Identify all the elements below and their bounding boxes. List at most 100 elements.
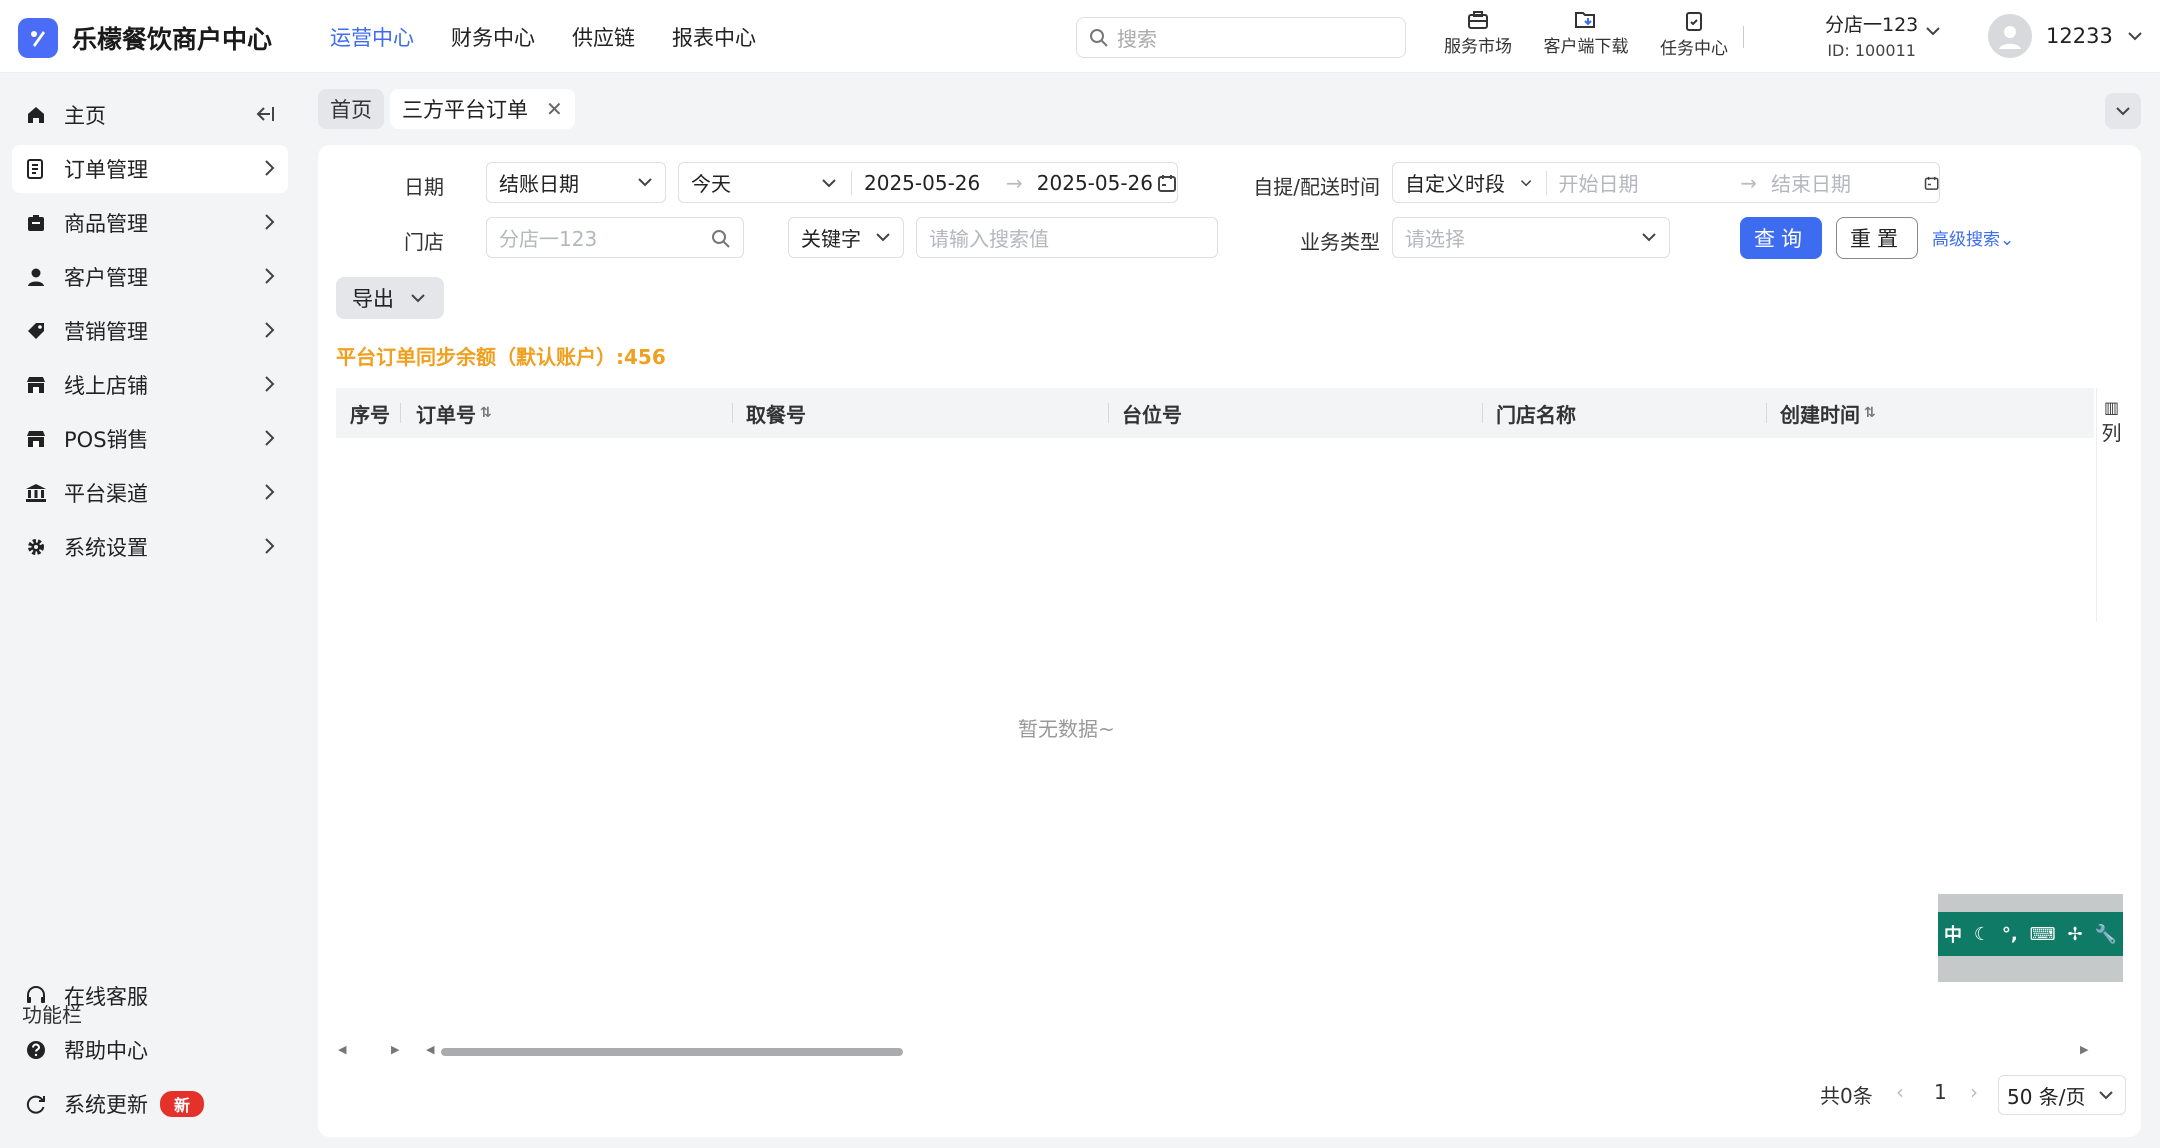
calendar-icon[interactable] [1924, 173, 1939, 193]
sparkle-icon[interactable]: ✢ [2068, 924, 2083, 945]
next-page-icon[interactable]: › [1970, 1080, 1978, 1104]
advanced-search-link[interactable]: 高级搜索⌄ [1932, 225, 2014, 250]
tag-icon [28, 323, 44, 339]
wrench-icon[interactable]: 🔧 [2095, 924, 2117, 945]
nav-report[interactable]: 报表中心 [672, 22, 756, 52]
sidebar-item-home[interactable]: 主页 [12, 91, 288, 139]
start-date[interactable]: 2025-05-26 [864, 171, 1006, 195]
search-input[interactable]: 搜索 [1076, 17, 1406, 58]
prev-page-icon[interactable]: ‹ [1896, 1080, 1904, 1104]
sidebar-item-settings[interactable]: 系统设置 [12, 523, 288, 571]
search-placeholder: 搜索 [1117, 27, 1157, 51]
nav-supply[interactable]: 供应链 [572, 22, 635, 52]
question-icon [27, 1041, 45, 1059]
double-chevron-down-icon: ⌄ [2000, 230, 2015, 250]
tab-menu-button[interactable] [2105, 93, 2141, 129]
chevron-down-icon [2116, 106, 2130, 115]
bank-icon [26, 484, 46, 502]
column-settings-button[interactable]: ▥ 列 [2096, 388, 2126, 622]
ime-mode-key[interactable]: 中 [1944, 921, 1962, 947]
brand-logo-icon[interactable] [18, 18, 58, 58]
order-list-icon [27, 159, 43, 179]
brand-name: 乐檬餐饮商户中心 [72, 25, 273, 54]
query-button[interactable]: 查询 [1740, 217, 1822, 259]
scroll-left-icon[interactable]: ◀ [338, 1043, 346, 1056]
pickup-type-select[interactable]: 自定义时段 [1405, 168, 1520, 197]
task-center-button[interactable]: 任务中心 [1640, 10, 1748, 59]
user-menu[interactable]: 12233 [1988, 14, 2143, 58]
main-panel: 日期 结账日期 今天 2025-05-26 → 2025-05-26 自提/配送… [318, 145, 2141, 1137]
client-download-button[interactable]: 客户端下载 [1532, 10, 1640, 59]
date-range-picker[interactable]: 今天 2025-05-26 → 2025-05-26 [678, 162, 1178, 203]
user-avatar-icon [1999, 26, 2021, 49]
chevron-down-icon [1520, 179, 1531, 186]
th-pickup-no: 取餐号 [746, 402, 806, 427]
scroll-left-icon[interactable]: ◀ [426, 1043, 434, 1056]
nav-operation[interactable]: 运营中心 [330, 22, 414, 52]
th-created-time[interactable]: 创建时间 ⇅ [1780, 399, 1876, 428]
sidebar-item-orders[interactable]: 订单管理 [12, 145, 288, 193]
storefront-icon [27, 431, 45, 447]
sidebar-item-online-store[interactable]: 线上店铺 [12, 361, 288, 409]
date-type-select[interactable]: 结账日期 [486, 162, 666, 203]
store-switcher[interactable]: 分店一123 ID: 100011 [1825, 10, 1940, 60]
new-badge: 新 [160, 1091, 205, 1117]
keyword-type-select[interactable]: 关键字 [788, 217, 904, 258]
system-update-link[interactable]: 系统更新 新 [12, 1080, 288, 1128]
sort-icon[interactable]: ⇅ [480, 405, 492, 421]
store-input[interactable]: 分店一123 [486, 217, 744, 258]
top-nav: 运营中心 财务中心 供应链 报表中心 [330, 22, 793, 52]
th-table-no: 台位号 [1122, 402, 1182, 427]
online-support-link[interactable]: 在线客服 [12, 972, 288, 1020]
empty-state: 暂无数据~ [1018, 717, 1115, 741]
pickup-end-date[interactable]: 结束日期 [1771, 168, 1924, 197]
chevron-right-icon [265, 322, 275, 338]
ime-toolbar[interactable]: 中 ☾ °, ⌨ ✢ 🔧 [1938, 894, 2123, 982]
date-label: 日期 [404, 175, 444, 199]
chevron-down-icon [2098, 1091, 2113, 1100]
service-market-button[interactable]: 服务市场 [1424, 10, 1532, 59]
chevron-down-icon [411, 294, 425, 303]
chevron-right-icon [265, 160, 275, 176]
date-range-select[interactable]: 今天 [691, 168, 821, 197]
sidebar-item-channels[interactable]: 平台渠道 [12, 469, 288, 517]
clipboard-check-icon [1686, 12, 1702, 31]
help-center-link[interactable]: 帮助中心 [12, 1026, 288, 1074]
chevron-down-icon [822, 178, 836, 187]
nav-finance[interactable]: 财务中心 [451, 22, 535, 52]
page-size-select[interactable]: 50 条/页 [1998, 1075, 2126, 1115]
pickup-time-picker[interactable]: 自定义时段 开始日期 → 结束日期 [1392, 162, 1940, 203]
scroll-thumb[interactable] [441, 1048, 903, 1056]
biz-type-select[interactable]: 请选择 [1392, 217, 1670, 258]
pickup-start-date[interactable]: 开始日期 [1559, 168, 1741, 197]
collapse-sidebar-icon[interactable] [254, 104, 276, 124]
moon-icon[interactable]: ☾ [1974, 924, 1990, 945]
gear-icon [28, 539, 44, 555]
keyword-input[interactable]: 请输入搜索值 [916, 217, 1218, 258]
reset-button[interactable]: 重置 [1836, 217, 1918, 259]
tab-home[interactable]: 首页 [318, 89, 384, 129]
sidebar-item-products[interactable]: 商品管理 [12, 199, 288, 247]
sync-balance-text: 平台订单同步余额（默认账户）:456 [336, 345, 666, 369]
page-number[interactable]: 1 [1934, 1080, 1947, 1104]
sort-icon[interactable]: ⇅ [1864, 405, 1876, 421]
search-icon [712, 230, 730, 248]
scroll-right-icon[interactable]: ▶ [2080, 1043, 2088, 1056]
end-date[interactable]: 2025-05-26 [1037, 171, 1157, 195]
calendar-icon[interactable] [1157, 173, 1177, 193]
sidebar-item-marketing[interactable]: 营销管理 [12, 307, 288, 355]
sidebar-item-customers[interactable]: 客户管理 [12, 253, 288, 301]
keyboard-icon[interactable]: ⌨ [2030, 924, 2056, 945]
table-header: 序号 订单号 ⇅ 取餐号 台位号 门店名称 创建时间 ⇅ [336, 388, 2094, 438]
tab-third-party-orders[interactable]: 三方平台订单 ✕ [390, 89, 575, 129]
chevron-down-icon [638, 178, 652, 187]
sidebar-item-pos[interactable]: POS销售 [12, 415, 288, 463]
horizontal-scrollbar[interactable]: ◀ ▶ ◀ ▶ [336, 1043, 2094, 1059]
th-order-no[interactable]: 订单号 ⇅ [416, 399, 492, 428]
scroll-right-icon[interactable]: ▶ [391, 1043, 399, 1056]
punctuation-key[interactable]: °, [2002, 924, 2018, 945]
export-button[interactable]: 导出 [336, 277, 444, 319]
sidebar: 主页 订单管理 商品管理 客户管理 营销管理 线上店铺 POS销售 平台渠道 系 [0, 73, 300, 1148]
chevron-down-icon [1642, 233, 1656, 242]
close-icon[interactable]: ✕ [546, 97, 563, 121]
